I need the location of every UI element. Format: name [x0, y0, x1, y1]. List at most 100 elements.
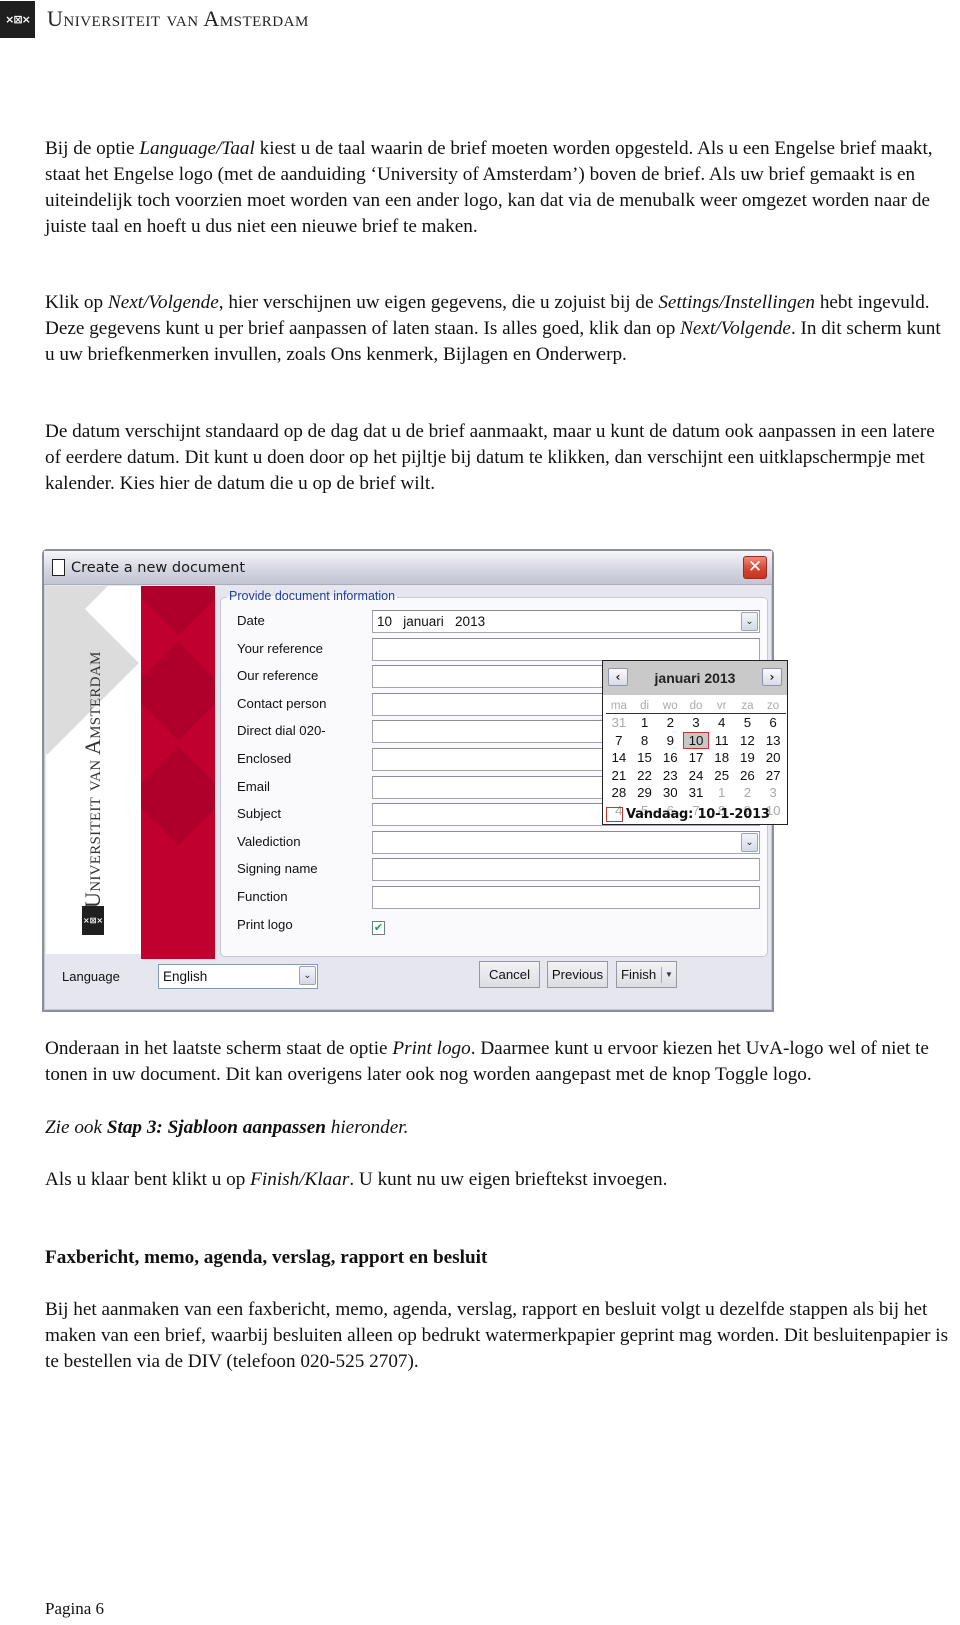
uva-shield-icon: ×⊠×	[82, 906, 104, 935]
calendar-day[interactable]: 3	[760, 784, 786, 802]
chevron-down-icon[interactable]: ⌄	[299, 966, 316, 985]
paragraph-finish: Als u klaar bent klikt u op Finish/Klaar…	[45, 1167, 955, 1193]
text-run: Print logo	[392, 1038, 471, 1059]
text-run: Stap 3: Sjabloon aanpassen	[106, 1117, 326, 1138]
document-info-group: Provide document information Date 10 janu…	[220, 589, 788, 957]
calendar-day[interactable]: 21	[606, 767, 632, 785]
field-label-valediction: Valediction	[237, 833, 301, 849]
date-value: 10 januari 2013	[377, 614, 486, 629]
calendar-day[interactable]: 9	[657, 732, 683, 750]
calendar-weekday: wo	[657, 699, 684, 714]
calendar-day[interactable]: 20	[760, 749, 786, 767]
chevron-down-icon[interactable]: ⌄	[741, 612, 758, 631]
calendar-day[interactable]: 26	[735, 767, 761, 785]
red-band	[141, 586, 215, 959]
calendar-day[interactable]: 7	[606, 732, 632, 750]
cancel-button[interactable]: Cancel	[479, 961, 540, 988]
section-heading: Faxbericht, memo, agenda, verslag, rappo…	[45, 1245, 955, 1271]
paragraph-language: Bij de optie Language/Taal kiest u de ta…	[45, 136, 955, 240]
chevron-down-icon[interactable]: ⌄	[741, 832, 758, 852]
calendar-day[interactable]: 31	[683, 784, 709, 802]
calendar-day[interactable]: 13	[760, 732, 786, 750]
text-run: Faxbericht, memo, agenda, verslag, rappo…	[45, 1247, 488, 1268]
document-icon	[52, 559, 65, 576]
calendar-day[interactable]: 30	[657, 784, 683, 802]
calendar-day[interactable]: 29	[632, 784, 658, 802]
calendar-day[interactable]: 12	[735, 732, 761, 750]
finish-label: Finish	[621, 967, 657, 982]
calendar-day[interactable]: 14	[606, 749, 632, 767]
logo-text: Universiteit van Amsterdam	[47, 6, 309, 31]
calendar-day[interactable]: 1	[709, 784, 735, 802]
field-label-your-reference: Your reference	[237, 640, 324, 656]
calendar-weekday: zo	[760, 699, 786, 714]
your-reference-input[interactable]	[372, 637, 760, 661]
calendar-day[interactable]: 25	[709, 767, 735, 785]
text-run: Bij het aanmaken van een faxbericht, mem…	[45, 1299, 949, 1372]
text-run: , hier verschijnen uw eigen gegevens, di…	[218, 292, 659, 313]
decorative-diamond	[141, 746, 215, 846]
calendar-day[interactable]: 16	[657, 749, 683, 767]
calendar-weekday: di	[631, 699, 658, 714]
calendar-day[interactable]: 11	[709, 732, 735, 750]
calendar-day[interactable]: 17	[683, 749, 709, 767]
calendar-day[interactable]: 5	[735, 714, 761, 732]
calendar-day[interactable]: 2	[735, 784, 761, 802]
field-label-function: Function	[237, 889, 288, 904]
previous-button[interactable]: Previous	[547, 961, 608, 988]
calendar-weekday: do	[683, 699, 709, 714]
calendar-day[interactable]: 2	[657, 714, 683, 732]
function-input[interactable]	[372, 886, 760, 909]
calendar-day[interactable]: 24	[683, 767, 709, 785]
calendar-weekday: vr	[708, 699, 735, 714]
calendar-day[interactable]: 19	[735, 749, 761, 767]
dialog-title: Create a new document	[71, 559, 246, 576]
calendar-prev-button[interactable]: ‹	[608, 668, 628, 686]
paragraph-fax-memo: Bij het aanmaken van een faxbericht, mem…	[45, 1297, 955, 1375]
decorative-diamond	[141, 586, 215, 636]
calendar-day[interactable]: 15	[632, 749, 658, 767]
text-run: Zie ook	[45, 1117, 107, 1138]
calendar-day[interactable]: 23	[657, 767, 683, 785]
finish-button[interactable]: Finish ▼	[616, 961, 677, 988]
calendar-day[interactable]: 28	[606, 784, 632, 802]
close-button[interactable]: ✕	[743, 556, 767, 579]
date-input[interactable]: 10 januari 2013 ⌄	[372, 610, 760, 633]
calendar-today-button[interactable]: Vandaag: 10-1-2013	[606, 807, 770, 822]
uva-logo: ×⊠× Universiteit van Amsterdam	[0, 0, 309, 38]
language-label: Language	[62, 969, 120, 984]
calendar-day[interactable]: 18	[709, 749, 735, 767]
paragraph-next: Klik op Next/Volgende, hier verschijnen …	[45, 290, 955, 368]
calendar-day[interactable]: 31	[606, 714, 632, 732]
field-label-direct-dial-020: Direct dial 020-	[237, 723, 326, 739]
valediction-input[interactable]: ⌄	[372, 830, 760, 854]
calendar-day[interactable]: 27	[760, 767, 786, 785]
finish-dropdown-arrow-icon[interactable]: ▼	[661, 967, 676, 983]
text-run: Finish/Klaar	[250, 1169, 350, 1190]
calendar-weekday: ma	[606, 699, 632, 714]
field-label-print-logo: Print logo	[237, 916, 293, 932]
field-label-date: Date	[237, 613, 265, 628]
text-run: De datum verschijnt standaard op de dag …	[45, 421, 935, 494]
dialog-titlebar: Create a new document ✕	[44, 551, 772, 585]
page-number: Pagina 6	[45, 1599, 105, 1618]
calendar-day[interactable]: 4	[709, 714, 735, 732]
signing-name-input[interactable]	[372, 858, 760, 882]
calendar-weekday: za	[734, 699, 761, 714]
sidebar-university-name: Universiteit van Amsterdam	[80, 651, 105, 908]
calendar-day-selected[interactable]: 10	[683, 731, 709, 749]
uva-shield-icon: ×⊠×	[0, 0, 35, 38]
calendar-day[interactable]: 8	[632, 732, 658, 750]
text-run: Onderaan in het laatste scherm staat de …	[45, 1038, 393, 1059]
calendar-day[interactable]: 3	[683, 714, 709, 732]
print-logo-checkbox[interactable]: ✔	[372, 920, 385, 935]
today-marker-icon	[606, 807, 623, 822]
calendar-month-title: januari 2013	[654, 670, 736, 686]
calendar-day[interactable]: 22	[632, 767, 658, 785]
language-select[interactable]: English ⌄	[158, 964, 318, 989]
calendar-day[interactable]: 6	[760, 714, 786, 732]
calendar-grid: ma di wo do vr za zo 31 1 2 3 4 5 6 7 8 9 10 11 12 13 14 15 16 1…	[606, 699, 786, 819]
group-title: Provide document information	[227, 589, 398, 603]
calendar-next-button[interactable]: ›	[762, 668, 782, 686]
calendar-day[interactable]: 1	[632, 714, 658, 732]
